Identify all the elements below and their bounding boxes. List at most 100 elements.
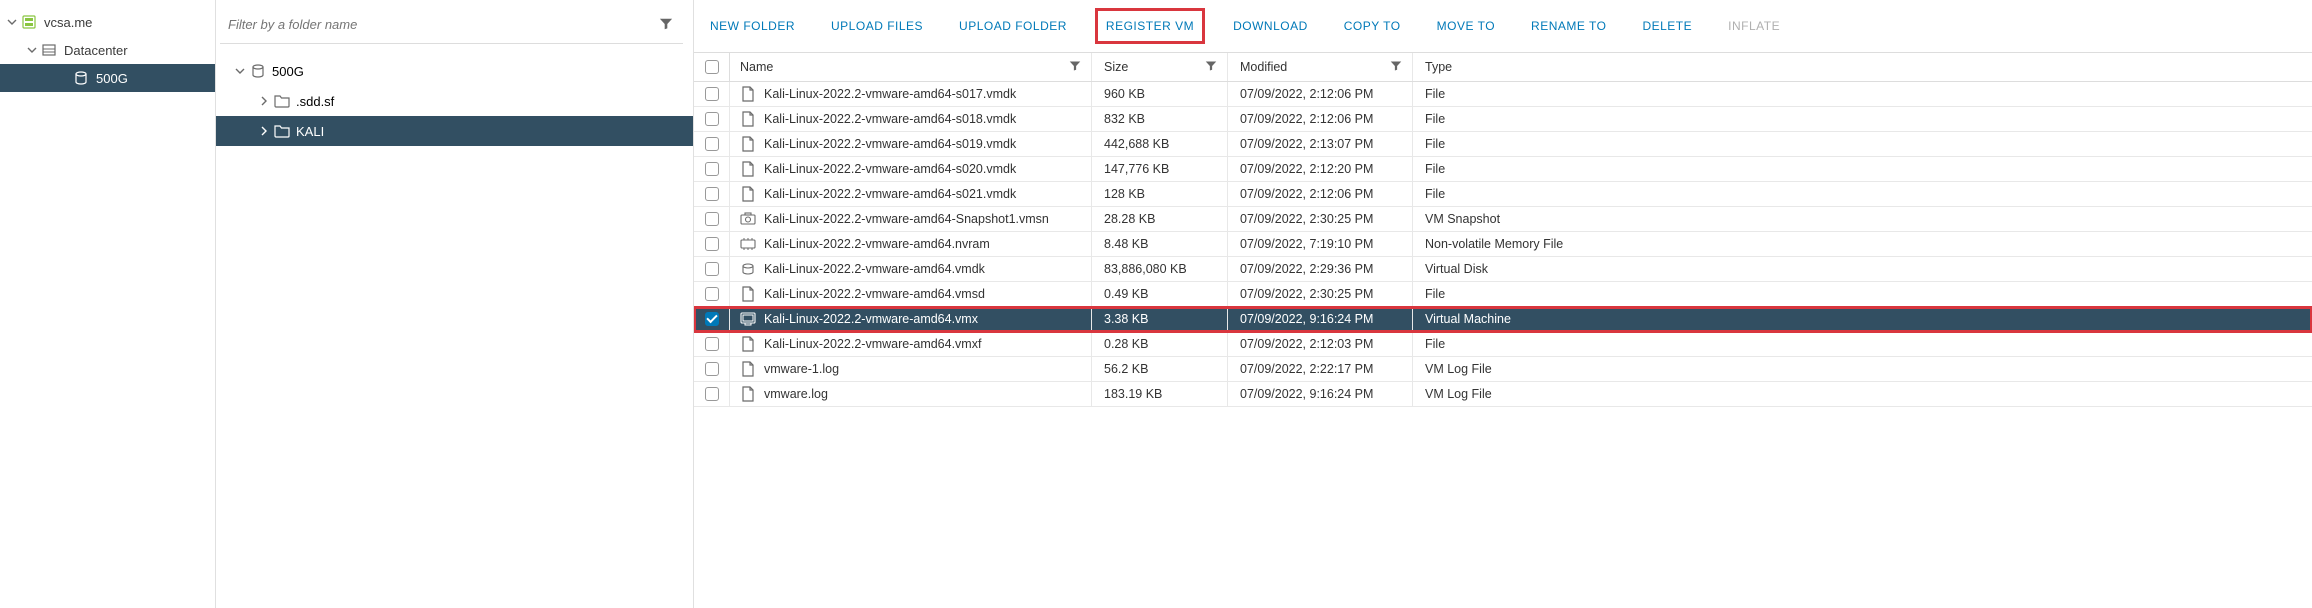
row-modified-cell: 07/09/2022, 2:12:06 PM [1228, 182, 1413, 206]
chevron-none-icon[interactable] [56, 70, 72, 86]
row-checkbox[interactable] [705, 287, 719, 301]
folder-panel: 500G .sdd.sfKALI [216, 0, 694, 608]
table-row[interactable]: Kali-Linux-2022.2-vmware-amd64-s020.vmdk… [694, 157, 2312, 182]
row-checkbox[interactable] [705, 387, 719, 401]
table-row[interactable]: vmware-1.log56.2 KB07/09/2022, 2:22:17 P… [694, 357, 2312, 382]
toolbar-upload-folder-button[interactable]: UPLOAD FOLDER [959, 19, 1067, 33]
row-name-cell: vmware-1.log [730, 357, 1092, 381]
toolbar-copy-to-button[interactable]: COPY TO [1344, 19, 1401, 33]
row-type-cell: File [1413, 157, 2312, 181]
row-type-cell: Virtual Machine [1413, 307, 2312, 331]
row-modified-cell: 07/09/2022, 2:12:03 PM [1228, 332, 1413, 356]
row-checkbox[interactable] [705, 262, 719, 276]
column-header-type[interactable]: Type [1413, 53, 2312, 81]
inventory-tree[interactable]: vcsa.meDatacenter500G [0, 0, 216, 608]
folder-tree[interactable]: 500G .sdd.sfKALI [216, 52, 693, 146]
row-size-cell: 147,776 KB [1092, 157, 1228, 181]
row-name-cell: Kali-Linux-2022.2-vmware-amd64.vmx [730, 307, 1092, 331]
row-checkbox[interactable] [705, 112, 719, 126]
file-name: Kali-Linux-2022.2-vmware-amd64.vmx [764, 312, 978, 326]
chevron-down-icon[interactable] [24, 42, 40, 58]
funnel-icon[interactable] [1390, 60, 1404, 74]
file-name: Kali-Linux-2022.2-vmware-amd64-s019.vmdk [764, 137, 1016, 151]
row-checkbox[interactable] [705, 237, 719, 251]
row-name-cell: Kali-Linux-2022.2-vmware-amd64-s017.vmdk [730, 82, 1092, 106]
toolbar-move-to-button[interactable]: MOVE TO [1437, 19, 1495, 33]
table-row[interactable]: Kali-Linux-2022.2-vmware-amd64.vmx3.38 K… [694, 307, 2312, 332]
toolbar-rename-to-button[interactable]: RENAME TO [1531, 19, 1606, 33]
table-header-row: Name Size Modified Type [694, 52, 2312, 82]
toolbar-delete-button[interactable]: DELETE [1642, 19, 1692, 33]
file-name: Kali-Linux-2022.2-vmware-amd64-s020.vmdk [764, 162, 1016, 176]
row-name-cell: Kali-Linux-2022.2-vmware-amd64.vmsd [730, 282, 1092, 306]
folder-item--sdd-sf[interactable]: .sdd.sf [216, 86, 693, 116]
file-icon [740, 111, 756, 127]
nav-item-vcsa-me[interactable]: vcsa.me [0, 8, 215, 36]
row-checkbox[interactable] [705, 137, 719, 151]
folder-item-500g[interactable]: 500G [216, 56, 693, 86]
table-row[interactable]: Kali-Linux-2022.2-vmware-amd64-s019.vmdk… [694, 132, 2312, 157]
row-modified-cell: 07/09/2022, 9:16:24 PM [1228, 382, 1413, 406]
file-name: Kali-Linux-2022.2-vmware-amd64.vmsd [764, 287, 985, 301]
toolbar-download-button[interactable]: DOWNLOAD [1233, 19, 1308, 33]
folder-item-label: 500G [272, 64, 304, 79]
row-name-cell: vmware.log [730, 382, 1092, 406]
file-name: Kali-Linux-2022.2-vmware-amd64-s017.vmdk [764, 87, 1016, 101]
column-header-size[interactable]: Size [1092, 53, 1228, 81]
file-name: vmware.log [764, 387, 828, 401]
disk-icon [740, 261, 756, 277]
row-type-cell: Non-volatile Memory File [1413, 232, 2312, 256]
chevron-right-icon[interactable] [256, 124, 272, 139]
folder-filter [220, 6, 683, 44]
row-checkbox[interactable] [705, 212, 719, 226]
row-type-cell: File [1413, 182, 2312, 206]
nvram-icon [740, 236, 756, 252]
table-row[interactable]: Kali-Linux-2022.2-vmware-amd64.vmsd0.49 … [694, 282, 2312, 307]
table-row[interactable]: Kali-Linux-2022.2-vmware-amd64-s018.vmdk… [694, 107, 2312, 132]
column-header-label: Type [1425, 60, 1452, 74]
column-header-modified[interactable]: Modified [1228, 53, 1413, 81]
row-size-cell: 0.28 KB [1092, 332, 1228, 356]
file-toolbar: NEW FOLDER UPLOAD FILES UPLOAD FOLDER REGIS… [694, 0, 2312, 52]
folder-item-kali[interactable]: KALI [216, 116, 693, 146]
row-checkbox[interactable] [705, 362, 719, 376]
table-row[interactable]: Kali-Linux-2022.2-vmware-amd64.nvram8.48… [694, 232, 2312, 257]
file-table: Name Size Modified Type Kali-Linux-2022.… [694, 52, 2312, 608]
row-checkbox[interactable] [705, 162, 719, 176]
toolbar-upload-files-button[interactable]: UPLOAD FILES [831, 19, 923, 33]
nav-item-datacenter[interactable]: Datacenter [0, 36, 215, 64]
table-row[interactable]: Kali-Linux-2022.2-vmware-amd64-s017.vmdk… [694, 82, 2312, 107]
select-all-checkbox[interactable] [705, 60, 719, 74]
row-name-cell: Kali-Linux-2022.2-vmware-amd64.nvram [730, 232, 1092, 256]
nav-item-500g[interactable]: 500G [0, 64, 215, 92]
table-row[interactable]: vmware.log183.19 KB07/09/2022, 9:16:24 P… [694, 382, 2312, 407]
row-type-cell: Virtual Disk [1413, 257, 2312, 281]
toolbar-new-folder-button[interactable]: NEW FOLDER [710, 19, 795, 33]
funnel-icon[interactable] [659, 17, 675, 33]
folder-filter-input[interactable] [228, 17, 659, 32]
chevron-down-icon[interactable] [232, 64, 248, 79]
row-type-cell: VM Log File [1413, 382, 2312, 406]
table-row[interactable]: Kali-Linux-2022.2-vmware-amd64.vmdk83,88… [694, 257, 2312, 282]
funnel-icon[interactable] [1205, 60, 1219, 74]
funnel-icon[interactable] [1069, 60, 1083, 74]
host-icon [20, 13, 38, 31]
select-all-cell [694, 53, 730, 81]
row-checkbox[interactable] [705, 187, 719, 201]
chevron-down-icon[interactable] [4, 14, 20, 30]
table-row[interactable]: Kali-Linux-2022.2-vmware-amd64.vmxf0.28 … [694, 332, 2312, 357]
folder-icon [272, 122, 292, 140]
file-name: vmware-1.log [764, 362, 839, 376]
table-row[interactable]: Kali-Linux-2022.2-vmware-amd64-s021.vmdk… [694, 182, 2312, 207]
toolbar-register-vm-button[interactable]: REGISTER VM [1095, 8, 1205, 44]
row-checkbox[interactable] [705, 312, 719, 326]
file-icon [740, 336, 756, 352]
row-modified-cell: 07/09/2022, 2:30:25 PM [1228, 207, 1413, 231]
row-checkbox[interactable] [705, 337, 719, 351]
column-header-name[interactable]: Name [730, 53, 1092, 81]
file-name: Kali-Linux-2022.2-vmware-amd64.nvram [764, 237, 990, 251]
row-name-cell: Kali-Linux-2022.2-vmware-amd64-s018.vmdk [730, 107, 1092, 131]
table-row[interactable]: Kali-Linux-2022.2-vmware-amd64-Snapshot1… [694, 207, 2312, 232]
chevron-right-icon[interactable] [256, 94, 272, 109]
row-checkbox[interactable] [705, 87, 719, 101]
